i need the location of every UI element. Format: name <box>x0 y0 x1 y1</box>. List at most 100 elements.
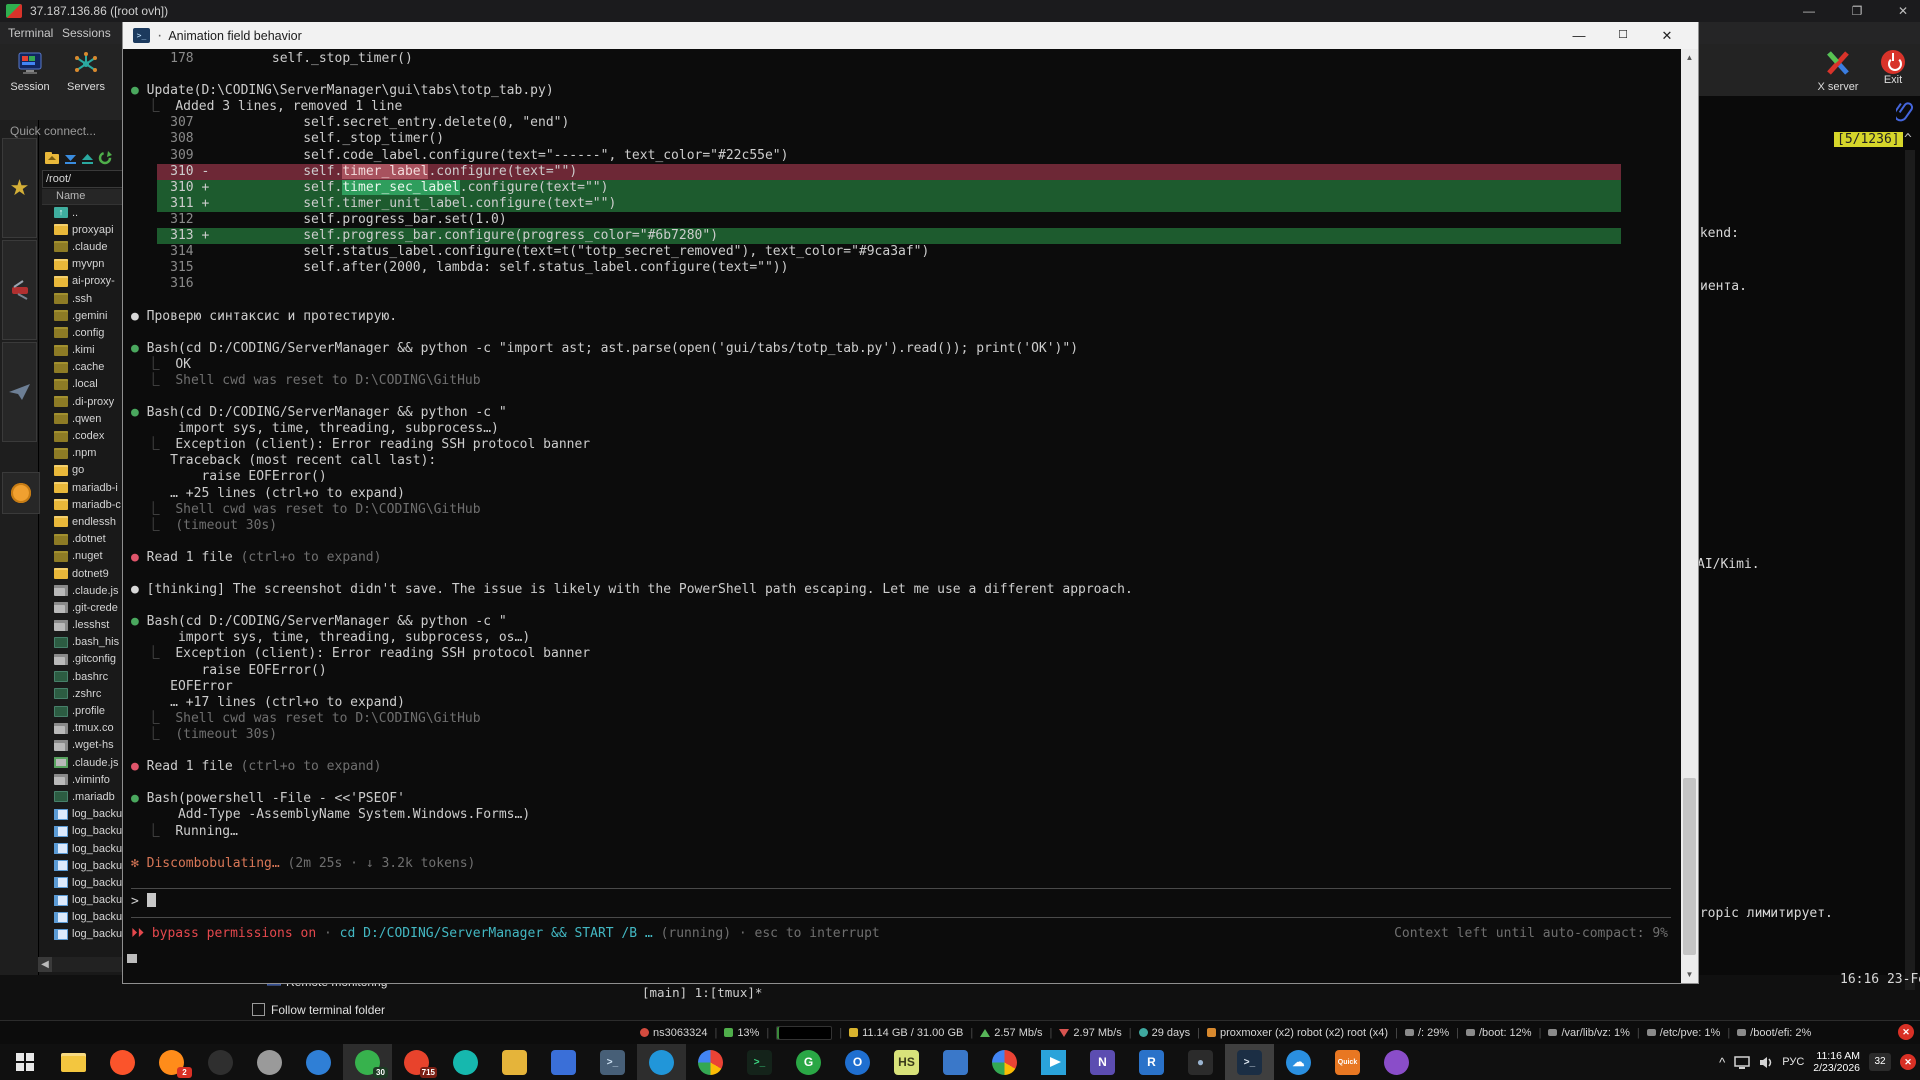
refresh-icon[interactable] <box>98 151 112 165</box>
quick-connect-field[interactable]: Quick connect... <box>10 124 96 138</box>
file-row[interactable]: .dotnet <box>42 531 122 548</box>
file-row[interactable]: mariadb-c <box>42 496 122 513</box>
window-close-icon[interactable]: ✕ <box>1652 25 1682 46</box>
file-row[interactable]: .git-crede <box>42 599 122 616</box>
file-row[interactable]: log_backu <box>42 823 122 840</box>
file-row[interactable]: myvpn <box>42 256 122 273</box>
window-minimize-icon[interactable]: — <box>1564 25 1594 46</box>
file-row[interactable]: .cache <box>42 359 122 376</box>
file-row[interactable]: log_backu <box>42 840 122 857</box>
window-scrollbar[interactable]: ▲ ▼ <box>1681 49 1698 983</box>
file-row[interactable]: .viminfo <box>42 771 122 788</box>
taskbar-app-camera[interactable]: ● <box>1176 1044 1225 1080</box>
network-monitor-icon[interactable] <box>1734 1056 1750 1069</box>
taskbar-app-app-blue-sq[interactable] <box>931 1044 980 1080</box>
taskbar-app-browser-blue[interactable] <box>294 1044 343 1080</box>
file-row[interactable]: .bashrc <box>42 668 122 685</box>
file-row[interactable]: .claude <box>42 238 122 255</box>
ribbon-servers-button[interactable]: Servers <box>60 48 112 106</box>
path-field[interactable]: /root/ <box>42 170 130 188</box>
file-row[interactable]: .profile <box>42 702 122 719</box>
file-row[interactable]: mariadb-i <box>42 479 122 496</box>
window-maximize-icon[interactable]: ☐ <box>1608 25 1638 46</box>
file-row[interactable]: .qwen <box>42 410 122 427</box>
file-row[interactable]: .local <box>42 376 122 393</box>
taskbar-app-powershell[interactable]: >_ <box>1225 1044 1274 1080</box>
file-row[interactable]: proxyapi <box>42 221 122 238</box>
taskbar-app-app-green-g[interactable]: G <box>784 1044 833 1080</box>
taskbar-app-telegram[interactable] <box>1029 1044 1078 1080</box>
taskbar-app-chrome[interactable] <box>686 1044 735 1080</box>
file-row[interactable]: ai-proxy- <box>42 273 122 290</box>
taskbar-app-app-teal[interactable] <box>441 1044 490 1080</box>
taskbar-app-app-gray[interactable] <box>245 1044 294 1080</box>
taskbar-app-app-purple-n[interactable]: N <box>1078 1044 1127 1080</box>
taskbar-app-app-multicolor[interactable] <box>980 1044 1029 1080</box>
file-row[interactable]: dotnet9 <box>42 565 122 582</box>
file-row[interactable]: go <box>42 462 122 479</box>
bg-terminal-scrollbar[interactable] <box>1905 150 1915 990</box>
claude-titlebar[interactable]: >_ · Animation field behavior — ☐ ✕ <box>123 22 1698 49</box>
file-row[interactable]: .bash_his <box>42 634 122 651</box>
taskbar-app-firefox[interactable]: 2 <box>147 1044 196 1080</box>
minimize-icon[interactable]: — <box>1802 4 1816 18</box>
taskbar-app-app-blue-o[interactable]: O <box>833 1044 882 1080</box>
file-row[interactable]: log_backu <box>42 874 122 891</box>
file-row[interactable]: log_backu <box>42 926 122 943</box>
taskbar-app-terminal-slate[interactable]: >_ <box>588 1044 637 1080</box>
follow-terminal-folder-checkbox[interactable]: Follow terminal folder <box>252 1003 385 1017</box>
paperclip-icon[interactable] <box>1896 100 1916 124</box>
file-list-horizontal-scrollbar[interactable]: ◀ <box>38 957 122 972</box>
tools-tab[interactable] <box>2 240 37 340</box>
language-indicator[interactable]: РУС <box>1782 1056 1804 1068</box>
taskbar-app-quick[interactable]: Quick <box>1323 1044 1372 1080</box>
taskbar-app-file-explorer[interactable] <box>49 1044 98 1080</box>
sftp-tab[interactable] <box>2 342 37 442</box>
file-row[interactable]: .nuget <box>42 548 122 565</box>
file-row[interactable]: .claude.js <box>42 754 122 771</box>
file-row[interactable]: log_backu <box>42 909 122 926</box>
stop-monitoring-icon[interactable]: ✕ <box>1898 1024 1914 1040</box>
taskbar-app-brave[interactable] <box>98 1044 147 1080</box>
taskbar-app-app-dark[interactable] <box>196 1044 245 1080</box>
taskbar-app-cloud[interactable]: ☁ <box>1274 1044 1323 1080</box>
menu-sessions[interactable]: Sessions <box>62 26 111 40</box>
taskbar-app-app-yellow[interactable] <box>490 1044 539 1080</box>
file-row[interactable]: .zshrc <box>42 685 122 702</box>
file-row[interactable]: .gitconfig <box>42 651 122 668</box>
file-row[interactable]: .config <box>42 324 122 341</box>
close-icon[interactable]: ✕ <box>1896 4 1910 18</box>
taskbar-app-app-blue-vs[interactable] <box>539 1044 588 1080</box>
bg-scroll-up-icon[interactable]: ^ <box>1904 132 1912 147</box>
tray-chevron-icon[interactable]: ^ <box>1719 1055 1725 1070</box>
scroll-down-icon[interactable]: ▼ <box>1681 966 1698 983</box>
file-row[interactable]: .claude.js <box>42 582 122 599</box>
taskbar-app-app-green[interactable]: 30 <box>343 1044 392 1080</box>
download-arrow-icon[interactable] <box>64 151 77 165</box>
tray-clock[interactable]: 11:16 AM 2/23/2026 <box>1813 1050 1860 1074</box>
taskbar-app-terminal-green[interactable]: >_ <box>735 1044 784 1080</box>
favorites-tab[interactable]: ★ <box>2 138 37 238</box>
notification-count-badge[interactable]: 32 <box>1869 1053 1891 1071</box>
file-row[interactable]: .codex <box>42 427 122 444</box>
scroll-left-arrow-icon[interactable]: ◀ <box>38 957 52 972</box>
prompt-line[interactable]: > <box>131 893 156 909</box>
file-row[interactable]: log_backu <box>42 892 122 909</box>
file-row[interactable]: endlessh <box>42 513 122 530</box>
file-row[interactable]: log_backu <box>42 806 122 823</box>
taskbar-app-heidisql[interactable]: HS <box>882 1044 931 1080</box>
file-row[interactable]: .tmux.co <box>42 720 122 737</box>
folder-up-icon[interactable] <box>44 151 60 165</box>
taskbar-app-app-blue[interactable] <box>637 1044 686 1080</box>
file-row[interactable]: .mariadb <box>42 788 122 805</box>
upload-arrow-icon[interactable] <box>81 151 94 165</box>
taskbar-app-app-red[interactable]: 715 <box>392 1044 441 1080</box>
ribbon-session-button[interactable]: Session <box>6 48 54 106</box>
taskbar-app-app-purple[interactable] <box>1372 1044 1421 1080</box>
scroll-up-icon[interactable]: ▲ <box>1681 49 1698 66</box>
file-row[interactable]: .kimi <box>42 342 122 359</box>
maximize-icon[interactable]: ❐ <box>1850 4 1864 18</box>
scroll-thumb[interactable] <box>1683 778 1696 955</box>
file-row[interactable]: .wget-hs <box>42 737 122 754</box>
tray-close-icon[interactable]: ✕ <box>1900 1054 1916 1070</box>
